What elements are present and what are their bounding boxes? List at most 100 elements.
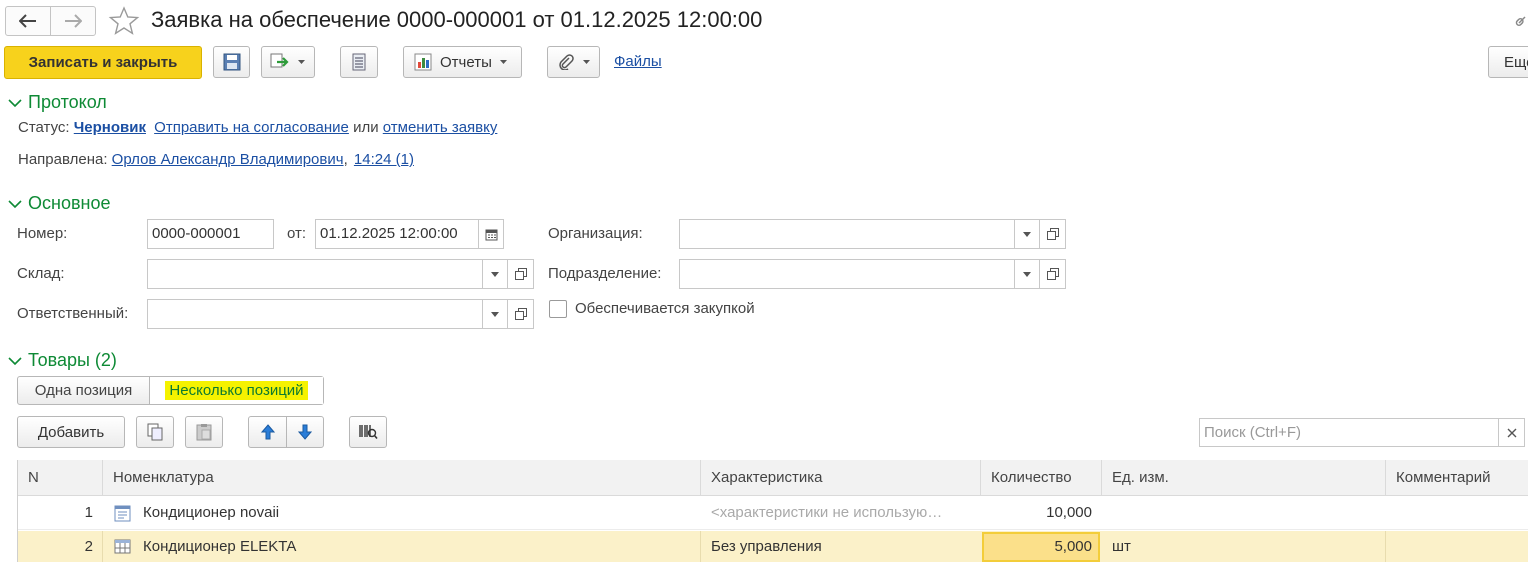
chevron-down-icon xyxy=(298,60,305,64)
search-input[interactable]: Поиск (Ctrl+F) xyxy=(1199,418,1499,447)
or-text: или xyxy=(353,119,379,136)
row-divider xyxy=(102,531,103,562)
table-icon xyxy=(114,539,131,554)
arrow-left-icon xyxy=(18,14,36,28)
chevron-down-icon xyxy=(499,60,507,64)
send-for-approval-link[interactable]: Отправить на согласование xyxy=(154,119,349,136)
sent-person-link[interactable]: Орлов Александр Владимирович xyxy=(112,151,344,168)
warehouse-open-button[interactable] xyxy=(508,259,534,289)
calendar-button[interactable] xyxy=(478,219,504,249)
back-button[interactable] xyxy=(6,7,51,35)
save-button[interactable] xyxy=(213,46,250,78)
main-section-header[interactable]: Основное xyxy=(8,193,110,214)
link-icon[interactable] xyxy=(1515,10,1528,30)
column-header-quantity[interactable]: Количество xyxy=(981,460,1102,496)
row-quantity[interactable]: 5,000 xyxy=(981,530,1102,564)
mode-switch: Одна позиция Несколько позиций xyxy=(17,376,324,405)
row-characteristic: Без управления xyxy=(711,538,822,555)
organization-field[interactable] xyxy=(679,219,1015,249)
responsible-dropdown-button[interactable] xyxy=(482,299,508,329)
number-field[interactable]: 0000-000001 xyxy=(147,219,274,249)
responsible-field[interactable] xyxy=(147,299,483,329)
create-based-icon xyxy=(270,53,289,68)
department-open-button[interactable] xyxy=(1040,259,1066,289)
move-buttons xyxy=(248,416,324,448)
clear-search-button[interactable] xyxy=(1498,418,1525,447)
open-window-icon xyxy=(514,308,527,320)
warehouse-field[interactable] xyxy=(147,259,483,289)
column-header-nomenclature[interactable]: Номенклатура xyxy=(103,460,701,496)
organization-open-button[interactable] xyxy=(1040,219,1066,249)
copy-button[interactable] xyxy=(136,416,174,448)
search-placeholder: Поиск (Ctrl+F) xyxy=(1204,424,1301,441)
row-quantity: 10,000 xyxy=(1046,504,1092,521)
row-unit: шт xyxy=(1112,538,1131,555)
paste-button[interactable] xyxy=(185,416,223,448)
goods-section-header[interactable]: Товары (2) xyxy=(8,350,117,371)
nav-buttons xyxy=(5,6,96,36)
calendar-icon xyxy=(485,229,497,240)
warehouse-label: Склад: xyxy=(17,265,65,282)
chevron-down-icon xyxy=(1023,271,1031,277)
row-comment xyxy=(1386,496,1528,530)
move-up-button[interactable] xyxy=(249,417,287,447)
mode-multi-button[interactable]: Несколько позиций xyxy=(150,377,323,404)
page-title: Заявка на обеспечение 0000-000001 от 01.… xyxy=(151,7,763,32)
chevron-down-icon xyxy=(583,60,590,64)
warehouse-dropdown-button[interactable] xyxy=(482,259,508,289)
paste-icon xyxy=(196,424,212,441)
column-header-characteristic[interactable]: Характеристика xyxy=(701,460,981,496)
organization-dropdown-button[interactable] xyxy=(1014,219,1040,249)
open-window-icon xyxy=(1046,268,1059,280)
reports-button[interactable]: Отчеты xyxy=(403,46,522,78)
create-based-on-button[interactable] xyxy=(261,46,315,78)
add-button[interactable]: Добавить xyxy=(17,416,125,448)
mode-single-button[interactable]: Одна позиция xyxy=(18,377,150,404)
attachments-button[interactable] xyxy=(547,46,600,78)
column-header-unit[interactable]: Ед. изм. xyxy=(1102,460,1386,496)
department-field[interactable] xyxy=(679,259,1015,289)
chevron-down-icon xyxy=(491,311,499,317)
report-chart-icon xyxy=(414,53,432,71)
open-window-icon xyxy=(514,268,527,280)
copy-icon xyxy=(147,423,163,441)
row-number: 1 xyxy=(84,504,93,521)
row-characteristic: <характеристики не использую… xyxy=(711,504,943,521)
purchase-checkbox[interactable] xyxy=(549,300,567,318)
floppy-disk-icon xyxy=(223,53,240,71)
status-value-link[interactable]: Черновик xyxy=(74,119,146,136)
cancel-request-link[interactable]: отменить заявку xyxy=(383,119,498,136)
chevron-down-icon xyxy=(491,271,499,277)
purchase-checkbox-label[interactable]: Обеспечивается закупкой xyxy=(575,300,755,317)
date-field[interactable]: 01.12.2025 12:00:00 xyxy=(315,219,479,249)
barcode-search-button[interactable] xyxy=(349,416,387,448)
column-header-n[interactable]: N xyxy=(18,460,103,496)
open-window-icon xyxy=(1046,228,1059,240)
mode-single-label: Одна позиция xyxy=(34,382,133,399)
mode-multi-label: Несколько позиций xyxy=(165,381,308,400)
sent-line: Направлена: Орлов Александр Владимирович… xyxy=(18,151,414,168)
paperclip-icon xyxy=(559,54,574,70)
save-and-close-label: Записать и закрыть xyxy=(28,54,178,71)
organization-label: Организация: xyxy=(548,225,643,242)
save-and-close-button[interactable]: Записать и закрыть xyxy=(4,46,202,79)
number-label: Номер: xyxy=(17,225,68,242)
favorite-star-icon[interactable] xyxy=(108,5,140,37)
more-button[interactable]: Еще xyxy=(1488,46,1528,78)
protocol-title: Протокол xyxy=(28,92,107,112)
protocol-section-header[interactable]: Протокол xyxy=(8,92,107,113)
department-dropdown-button[interactable] xyxy=(1014,259,1040,289)
move-down-button[interactable] xyxy=(287,417,323,447)
forward-button[interactable] xyxy=(51,7,96,35)
row-unit xyxy=(1102,496,1386,530)
more-label: Еще xyxy=(1504,53,1528,71)
responsible-open-button[interactable] xyxy=(508,299,534,329)
files-link[interactable]: Файлы xyxy=(614,53,662,70)
goods-title: Товары (2) xyxy=(28,350,117,370)
sent-time-link[interactable]: 14:24 (1) xyxy=(354,151,414,168)
column-header-comment[interactable]: Комментарий xyxy=(1386,460,1528,496)
arrow-down-icon xyxy=(298,424,312,440)
row-number: 2 xyxy=(84,538,93,555)
document-structure-button[interactable] xyxy=(340,46,378,78)
arrow-right-icon xyxy=(64,14,82,28)
